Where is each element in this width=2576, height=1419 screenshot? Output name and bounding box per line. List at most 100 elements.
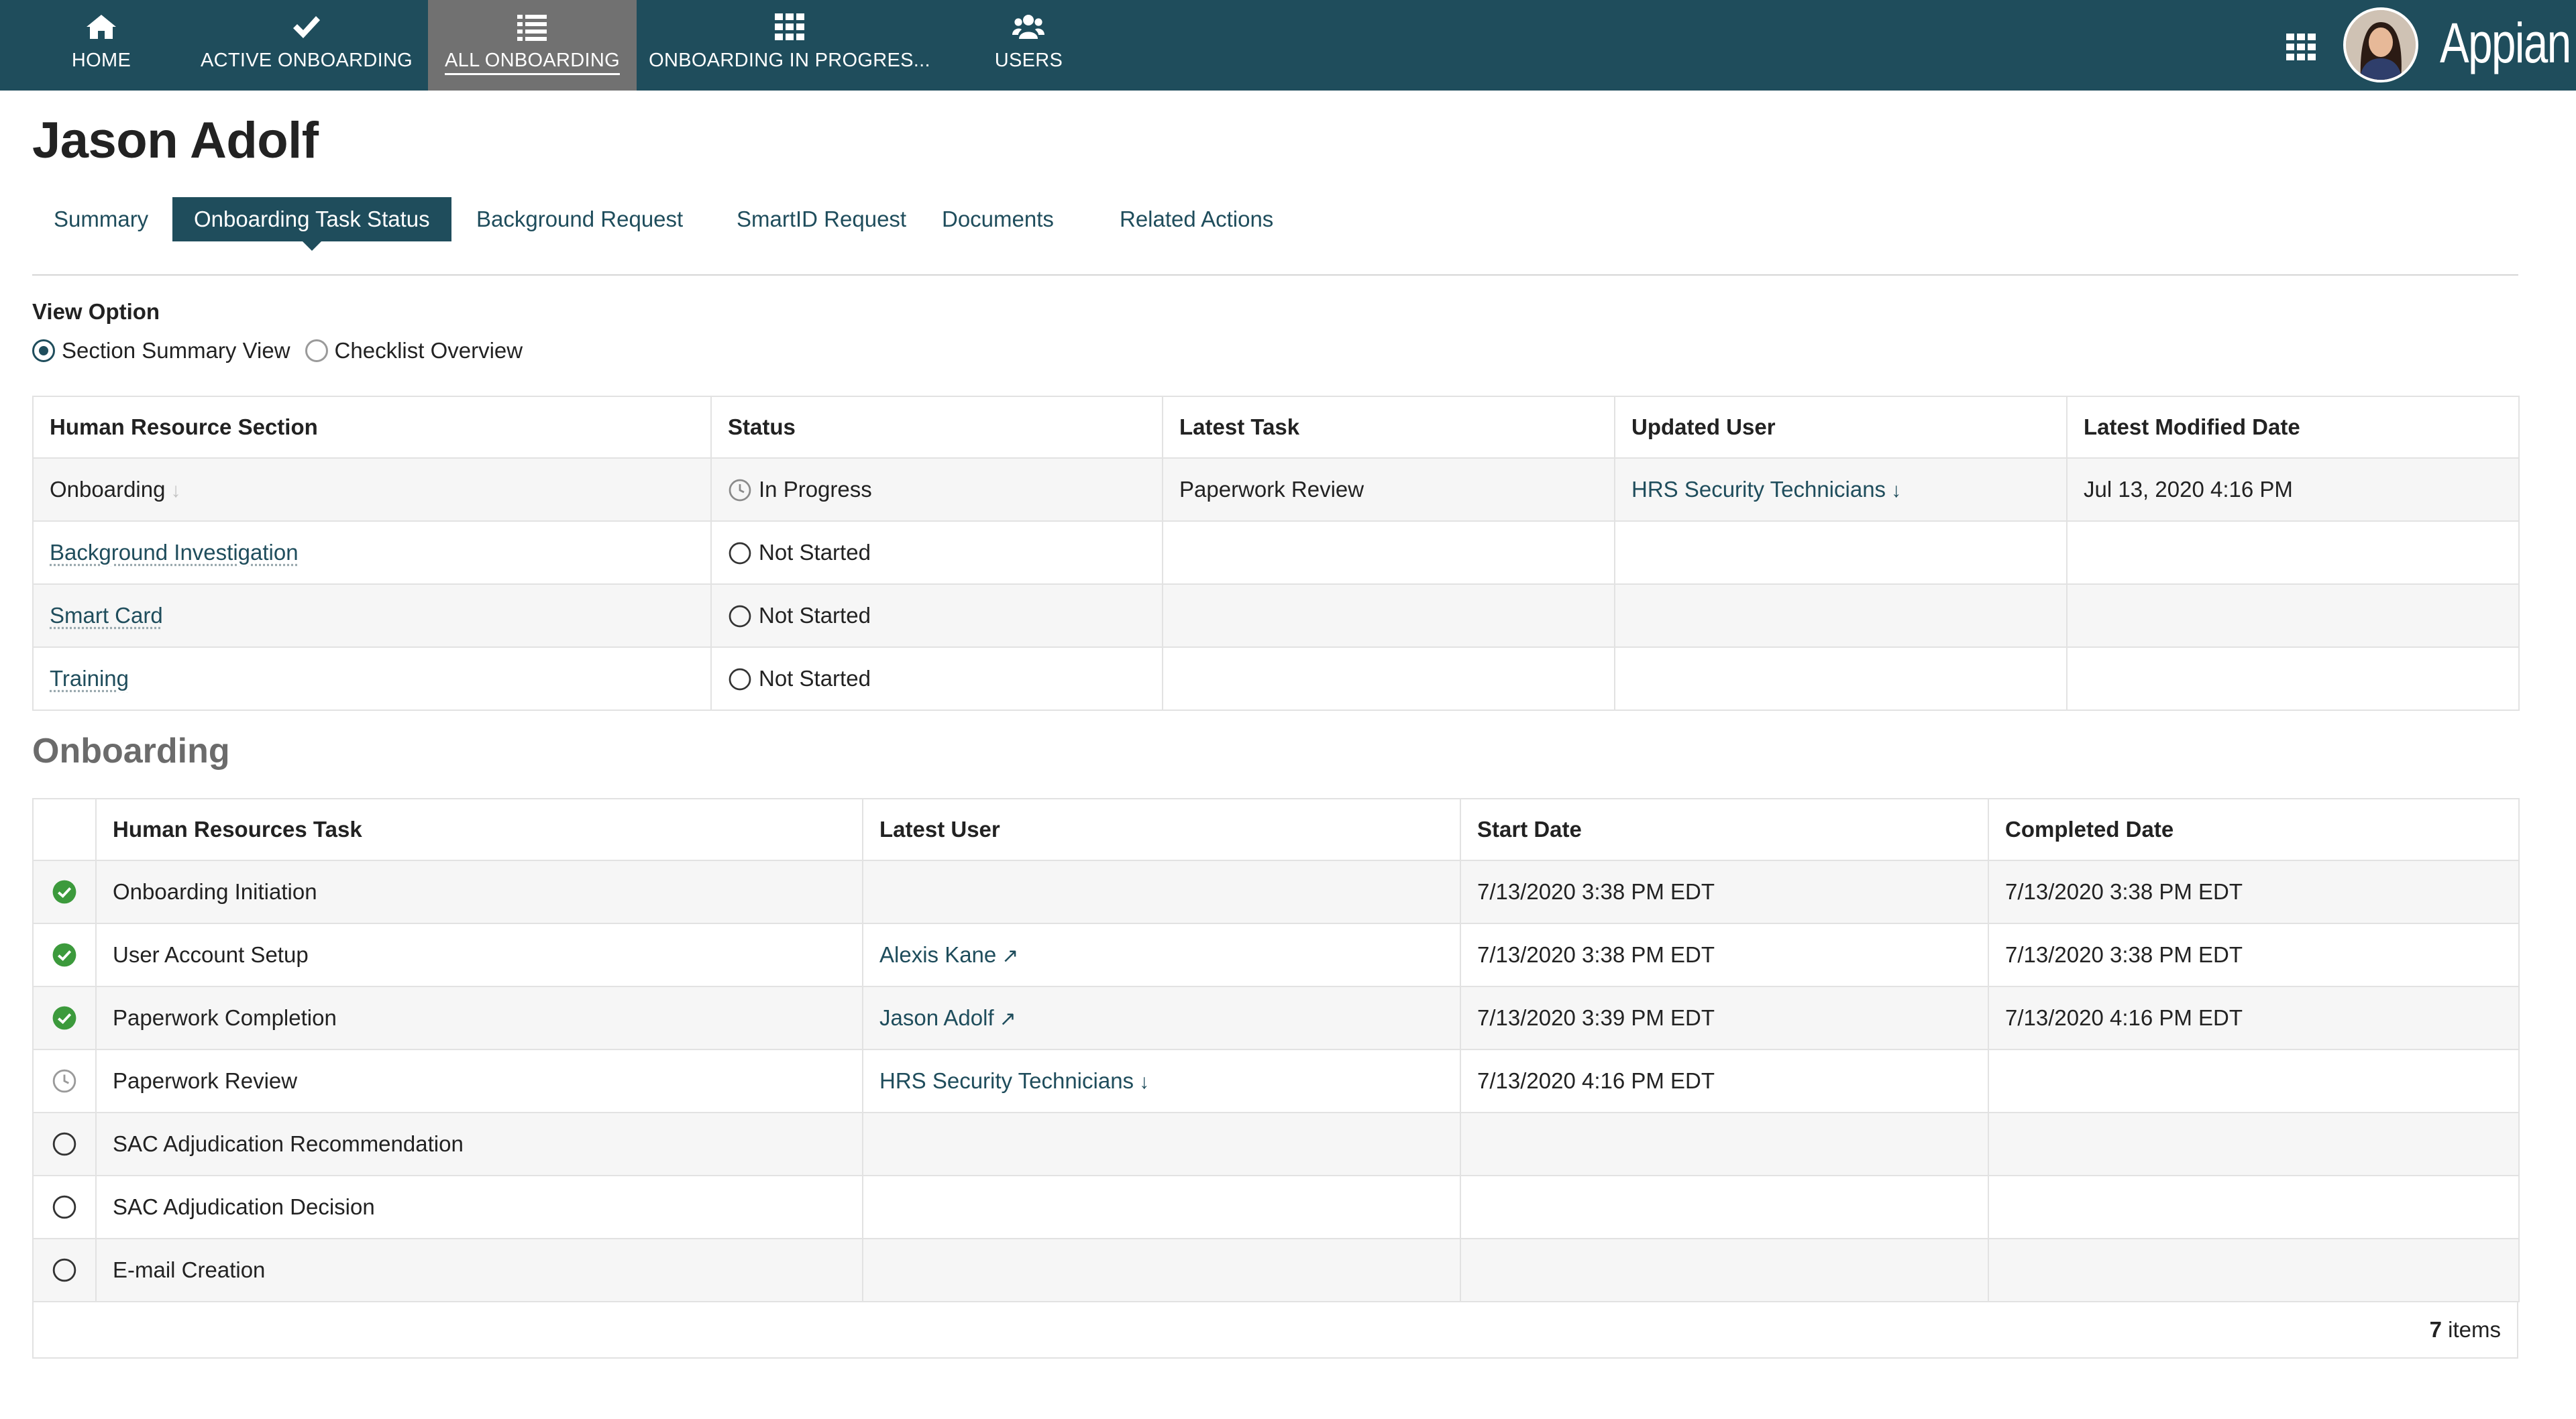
modified-date-cell: Jul 13, 2020 4:16 PM — [2066, 457, 2520, 522]
clock-icon — [729, 479, 751, 502]
completed-date-cell — [1988, 1112, 2520, 1176]
section-name: Onboarding — [50, 477, 166, 502]
task-name-cell: E-mail Creation — [95, 1238, 863, 1302]
tab-label: Background Request — [476, 207, 684, 231]
nav-item-active-onboarding[interactable]: ACTIVE ONBOARDING — [195, 0, 419, 91]
onboarding-section-heading: Onboarding — [32, 732, 230, 771]
start-date-cell — [1460, 1238, 1989, 1302]
down-arrow-icon: ↓ — [170, 479, 181, 502]
task-status-cell — [32, 1175, 97, 1239]
task-name-cell: Paperwork Completion — [95, 986, 863, 1050]
column-header[interactable]: Completed Date — [1988, 798, 2520, 861]
section-link[interactable]: Background Investigation — [50, 540, 299, 565]
status-cell: In Progress — [710, 457, 1163, 522]
table-row: Smart Card Not Started — [32, 583, 2520, 648]
avatar-portrait-icon — [2346, 10, 2416, 80]
tab-summary[interactable]: Summary — [32, 197, 170, 241]
status-text: Not Started — [759, 603, 871, 628]
latest-task-cell: Paperwork Review — [1162, 457, 1615, 522]
start-date-cell: 7/13/2020 3:39 PM EDT — [1460, 986, 1989, 1050]
latest-user-cell: HRS Security Technicians ↓ — [862, 1049, 1461, 1113]
column-header[interactable]: Latest Task — [1162, 396, 1615, 459]
tab-smartid-request[interactable]: SmartID Request — [715, 197, 928, 241]
radio-checked-icon[interactable] — [32, 339, 55, 362]
updated-user-cell — [1614, 520, 2068, 585]
check-circle-icon — [52, 1006, 76, 1030]
completed-date-cell — [1988, 1238, 2520, 1302]
column-header[interactable]: Start Date — [1460, 798, 1989, 861]
radio-checklist-overview[interactable]: Checklist Overview — [305, 338, 523, 363]
radio-unchecked-icon[interactable] — [305, 339, 328, 362]
home-icon — [87, 15, 116, 39]
circle-icon — [729, 542, 751, 565]
latest-user-cell: Alexis Kane ↗ — [862, 923, 1461, 987]
start-date-cell: 7/13/2020 3:38 PM EDT — [1460, 923, 1989, 987]
nav-item-all-onboarding[interactable]: ALL ONBOARDING — [428, 0, 637, 91]
check-circle-icon — [52, 943, 76, 967]
tab-related-actions[interactable]: Related Actions — [1098, 197, 1295, 241]
table-footer: 7 items — [32, 1301, 2518, 1359]
column-header[interactable]: Latest User — [862, 798, 1461, 861]
column-header[interactable]: Human Resource Section — [32, 396, 712, 459]
tab-label: Summary — [54, 207, 149, 231]
tab-label: SmartID Request — [737, 207, 907, 231]
column-header[interactable]: Human Resources Task — [95, 798, 863, 861]
user-link[interactable]: Alexis Kane — [879, 942, 996, 967]
modified-date-cell — [2066, 520, 2520, 585]
latest-task-cell — [1162, 646, 1615, 711]
table-row: SAC Adjudication Decision — [32, 1175, 2520, 1239]
tabs-divider — [32, 274, 2518, 276]
table-row: Onboarding Initiation 7/13/2020 3:38 PM … — [32, 860, 2520, 924]
column-header[interactable]: Latest Modified Date — [2066, 396, 2520, 459]
section-link[interactable]: Smart Card — [50, 603, 163, 628]
task-status-cell — [32, 1049, 97, 1113]
column-header[interactable]: Status — [710, 396, 1163, 459]
completed-date-cell: 7/13/2020 3:38 PM EDT — [1988, 923, 2520, 987]
items-count: 7 items — [2430, 1317, 2501, 1343]
list-icon — [517, 15, 547, 41]
latest-task-cell — [1162, 520, 1615, 585]
tab-documents[interactable]: Documents — [920, 197, 1075, 241]
task-name-cell: User Account Setup — [95, 923, 863, 987]
tab-background-request[interactable]: Background Request — [455, 197, 704, 241]
nav-item-onboarding-in-progress[interactable]: ONBOARDING IN PROGRES... — [645, 0, 934, 91]
start-date-cell — [1460, 1112, 1989, 1176]
completed-date-cell: 7/13/2020 4:16 PM EDT — [1988, 986, 2520, 1050]
table-row: Onboarding ↓ In Progress Paperwork Review… — [32, 457, 2520, 522]
tab-onboarding-task-status[interactable]: Onboarding Task Status — [172, 197, 451, 251]
view-option-radio-group: Section Summary View Checklist Overview — [32, 335, 537, 366]
column-header-icon — [32, 798, 97, 861]
nav-label-all-onboarding: ALL ONBOARDING — [445, 50, 620, 75]
task-name-cell: Onboarding Initiation — [95, 860, 863, 924]
latest-user-cell — [862, 1175, 1461, 1239]
latest-task-cell — [1162, 583, 1615, 648]
task-status-cell — [32, 986, 97, 1050]
section-link[interactable]: Training — [50, 666, 129, 691]
updated-user-cell — [1614, 646, 2068, 711]
nav-item-home[interactable]: HOME — [54, 0, 149, 91]
user-link[interactable]: HRS Security Technicians — [879, 1068, 1134, 1093]
user-link[interactable]: HRS Security Technicians — [1631, 477, 1886, 502]
view-option-label: View Option — [32, 299, 160, 324]
user-link[interactable]: Jason Adolf — [879, 1005, 994, 1030]
appian-logo: Appian — [2440, 11, 2571, 74]
section-cell: Background Investigation — [32, 520, 712, 585]
user-avatar[interactable] — [2343, 7, 2418, 82]
nav-label-active-onboarding: ACTIVE ONBOARDING — [200, 50, 413, 71]
items-count-suffix: items — [2441, 1317, 2501, 1342]
nav-item-users[interactable]: USERS — [983, 0, 1074, 91]
external-arrow-icon: ↗ — [999, 1008, 1016, 1030]
table-row: Paperwork Review HRS Security Technician… — [32, 1049, 2520, 1113]
circle-icon — [729, 605, 751, 628]
completed-date-cell — [1988, 1175, 2520, 1239]
down-arrow-icon: ↓ — [1139, 1071, 1150, 1093]
status-text: Not Started — [759, 540, 871, 565]
task-name-cell: SAC Adjudication Recommendation — [95, 1112, 863, 1176]
column-header[interactable]: Updated User — [1614, 396, 2068, 459]
task-status-cell — [32, 860, 97, 924]
items-count-number: 7 — [2429, 1317, 2442, 1342]
nav-label-users: USERS — [994, 50, 1063, 71]
app-launcher-icon[interactable] — [2284, 32, 2318, 62]
task-status-cell — [32, 1238, 97, 1302]
radio-section-summary-view[interactable]: Section Summary View — [32, 338, 290, 363]
